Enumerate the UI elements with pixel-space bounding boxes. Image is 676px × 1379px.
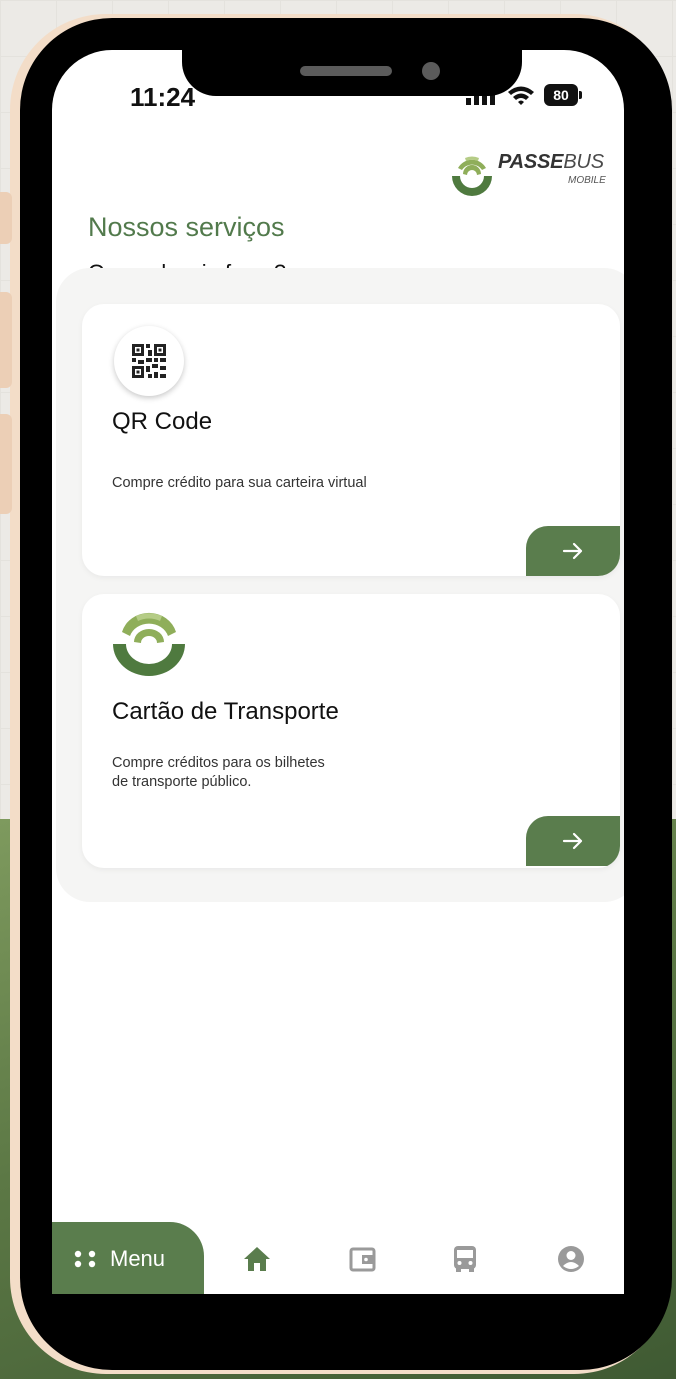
side-button-mute	[0, 192, 12, 244]
menu-label: Menu	[110, 1245, 166, 1271]
card-description: Compre créditos para os bilhetes de tran…	[112, 754, 432, 792]
page-title: Nossos serviços	[88, 212, 285, 242]
service-card-qr-code[interactable]: QR Code Compre crédito para sua carteira…	[82, 304, 620, 576]
arrow-right-icon	[562, 542, 583, 560]
card-description: Compre crédito para sua carteira virtual	[112, 475, 367, 491]
arrow-right-icon	[562, 832, 583, 850]
bus-icon[interactable]	[450, 1244, 480, 1274]
app-screen: 11:24 80 PASSEBUS MOBILE Nossos serviços…	[52, 50, 624, 1295]
transport-card-arrow-button[interactable]	[526, 816, 620, 866]
phone-notch	[182, 50, 522, 96]
side-button-volume-down	[0, 414, 12, 514]
home-icon[interactable]	[242, 1244, 272, 1274]
menu-button[interactable]: Menu	[52, 1222, 204, 1295]
qr-code-icon	[132, 344, 166, 378]
grid-dots-icon	[74, 1250, 96, 1267]
status-time: 11:24	[130, 82, 196, 112]
bottom-navigation: Menu	[52, 1222, 624, 1295]
wallet-icon[interactable]	[348, 1244, 378, 1274]
front-camera	[422, 62, 440, 80]
logo-subtitle: MOBILE	[568, 175, 606, 186]
qr-code-arrow-button[interactable]	[526, 526, 620, 576]
logo-name: PASSEBUS	[498, 151, 604, 174]
passebus-logo: PASSEBUS MOBILE	[448, 148, 616, 196]
card-description-line-2: de transporte público.	[112, 774, 252, 790]
side-button-volume-up	[0, 292, 12, 388]
speaker-grille	[300, 66, 392, 76]
battery-icon: 80	[544, 84, 582, 106]
qr-icon-circle	[114, 326, 184, 396]
card-description-line-1: Compre créditos para os bilhetes	[112, 755, 325, 771]
account-icon[interactable]	[556, 1244, 586, 1274]
card-title: Cartão de Transporte	[112, 698, 339, 725]
logo-name-bold: PASSE	[498, 151, 564, 173]
battery-level: 80	[553, 87, 569, 103]
passebus-logo-icon	[113, 612, 185, 676]
passebus-logo-icon	[452, 156, 492, 196]
card-title: QR Code	[112, 408, 213, 435]
home-indicator-area	[52, 1294, 624, 1334]
logo-name-regular: BUS	[563, 151, 604, 173]
service-card-transport-card[interactable]: Cartão de Transporte Compre créditos par…	[82, 594, 620, 868]
